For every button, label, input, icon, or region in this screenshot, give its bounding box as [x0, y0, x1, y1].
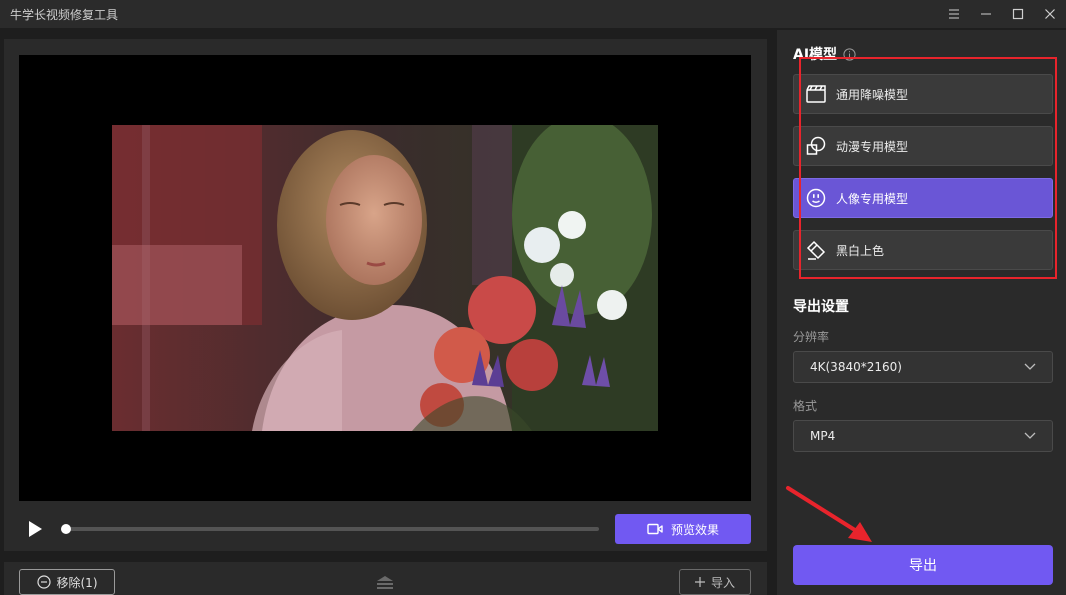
resolution-value: 4K(3840*2160) — [810, 360, 902, 374]
eraser-icon — [806, 240, 826, 260]
model-option-label: 通用降噪模型 — [836, 87, 909, 102]
import-button[interactable]: 导入 — [679, 569, 751, 595]
plus-icon — [694, 577, 705, 587]
model-option-label: 人像专用模型 — [836, 191, 909, 206]
minimize-icon — [981, 13, 991, 15]
chevron-down-icon — [1024, 432, 1036, 439]
close-icon — [1045, 9, 1055, 19]
maximize-icon — [1012, 8, 1024, 20]
minimize-button[interactable] — [970, 0, 1002, 28]
info-icon[interactable] — [843, 47, 856, 61]
menu-button[interactable] — [938, 0, 970, 28]
preview-effect-button[interactable]: 预览效果 — [615, 514, 751, 544]
chevron-down-icon — [1024, 363, 1036, 370]
ai-model-heading: AI模型 — [793, 44, 856, 64]
video-frame — [112, 125, 658, 431]
maximize-button[interactable] — [1002, 0, 1034, 28]
window-controls — [938, 0, 1066, 28]
remove-button[interactable]: 移除(1) — [19, 569, 115, 595]
title-bar: 牛学长视频修复工具 — [0, 0, 1066, 28]
format-label: 格式 — [793, 399, 818, 413]
import-label: 导入 — [710, 575, 735, 590]
preview-effect-label: 预览效果 — [670, 522, 719, 537]
file-bar: 移除(1) 导入 — [4, 562, 767, 595]
progress-handle[interactable] — [61, 524, 71, 534]
menu-icon — [949, 9, 959, 19]
minus-circle-icon — [36, 575, 51, 589]
export-settings-heading: 导出设置 — [793, 296, 849, 316]
face-icon — [806, 188, 826, 208]
close-button[interactable] — [1034, 0, 1066, 28]
video-canvas — [19, 55, 751, 501]
format-value: MP4 — [810, 429, 836, 443]
play-icon — [29, 521, 42, 537]
shapes-icon — [806, 136, 826, 155]
resolution-select[interactable]: 4K(3840*2160) — [793, 351, 1053, 383]
ai-model-title: AI模型 — [793, 47, 838, 63]
export-label: 导出 — [909, 558, 937, 574]
app-title: 牛学长视频修复工具 — [10, 7, 119, 22]
video-camera-icon — [647, 523, 663, 535]
settings-panel: AI模型 通用降噪模型 动漫专用模型 人像专用模型 黑白上色 导出设置 分辨率 … — [777, 30, 1066, 595]
model-option-anime[interactable]: 动漫专用模型 — [793, 126, 1053, 166]
expand-handle[interactable] — [374, 574, 396, 590]
model-option-portrait[interactable]: 人像专用模型 — [793, 178, 1053, 218]
resolution-label: 分辨率 — [793, 330, 830, 344]
format-select[interactable]: MP4 — [793, 420, 1053, 452]
model-option-colorize[interactable]: 黑白上色 — [793, 230, 1053, 270]
model-option-label: 黑白上色 — [836, 243, 885, 258]
model-option-general-denoise[interactable]: 通用降噪模型 — [793, 74, 1053, 114]
model-option-label: 动漫专用模型 — [836, 139, 909, 154]
stack-icon — [377, 576, 393, 589]
progress-slider[interactable] — [61, 524, 599, 534]
playback-controls: 预览效果 — [19, 513, 751, 545]
clapperboard-icon — [806, 85, 826, 103]
play-button[interactable] — [23, 517, 47, 541]
export-button[interactable]: 导出 — [793, 545, 1053, 585]
app-window: 牛学长视频修复工具 预览效果 移除(1) 导入 AI模型 通用降噪模型 动漫专用… — [0, 0, 1066, 595]
remove-label: 移除(1) — [56, 575, 98, 590]
export-settings-title: 导出设置 — [793, 299, 849, 315]
video-frame-image — [112, 125, 658, 431]
preview-panel: 预览效果 — [4, 39, 767, 551]
